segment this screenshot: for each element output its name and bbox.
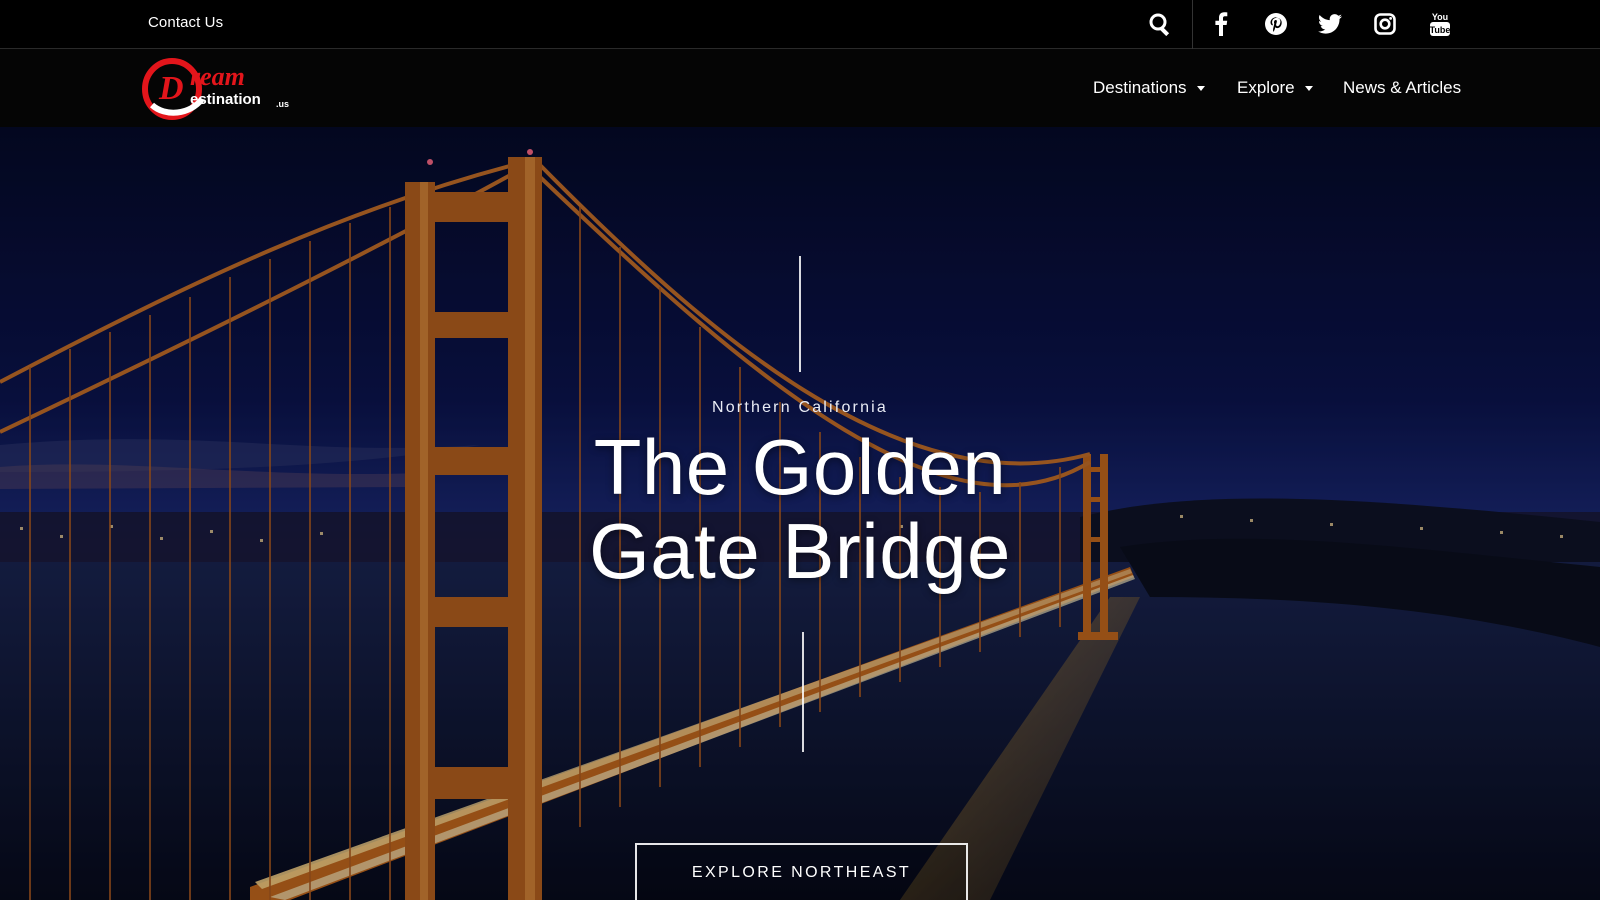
hero-banner: Northern California The Golden Gate Brid… — [0, 127, 1600, 900]
youtube-tube-text: Tube — [1430, 25, 1451, 35]
nav-explore[interactable]: Explore — [1237, 78, 1313, 98]
twitter-icon[interactable] — [1315, 9, 1345, 39]
icon-divider — [1192, 0, 1193, 49]
hero-divider-bottom — [802, 632, 804, 752]
hero-divider-top — [799, 256, 801, 372]
search-icon[interactable] — [1145, 9, 1175, 39]
hero-subtitle: Northern California — [711, 399, 889, 416]
chevron-down-icon — [1304, 85, 1313, 91]
explore-northeast-button[interactable]: EXPLORE NORTHEAST — [635, 843, 968, 900]
nav-explore-label: Explore — [1237, 78, 1295, 97]
youtube-you-text: You — [1432, 12, 1448, 22]
nav-destinations-label: Destinations — [1093, 78, 1187, 97]
chevron-down-icon — [1196, 85, 1205, 91]
primary-nav: Destinations Explore News & Articles — [0, 49, 1600, 127]
youtube-icon[interactable]: You Tube — [1425, 9, 1455, 39]
top-bar: Contact Us You Tube — [0, 0, 1600, 49]
instagram-icon[interactable] — [1370, 9, 1400, 39]
facebook-icon[interactable] — [1206, 9, 1236, 39]
nav-news-articles-label: News & Articles — [1343, 78, 1462, 97]
pinterest-icon[interactable] — [1261, 9, 1291, 39]
hero-title: The Golden Gate Bridge — [589, 423, 1011, 595]
social-icons: You Tube — [0, 0, 1600, 49]
nav-destinations[interactable]: Destinations — [1093, 78, 1205, 98]
nav-news-articles[interactable]: News & Articles — [1343, 78, 1461, 98]
main-navbar: D ream estination .us Destinations Explo… — [0, 49, 1600, 127]
